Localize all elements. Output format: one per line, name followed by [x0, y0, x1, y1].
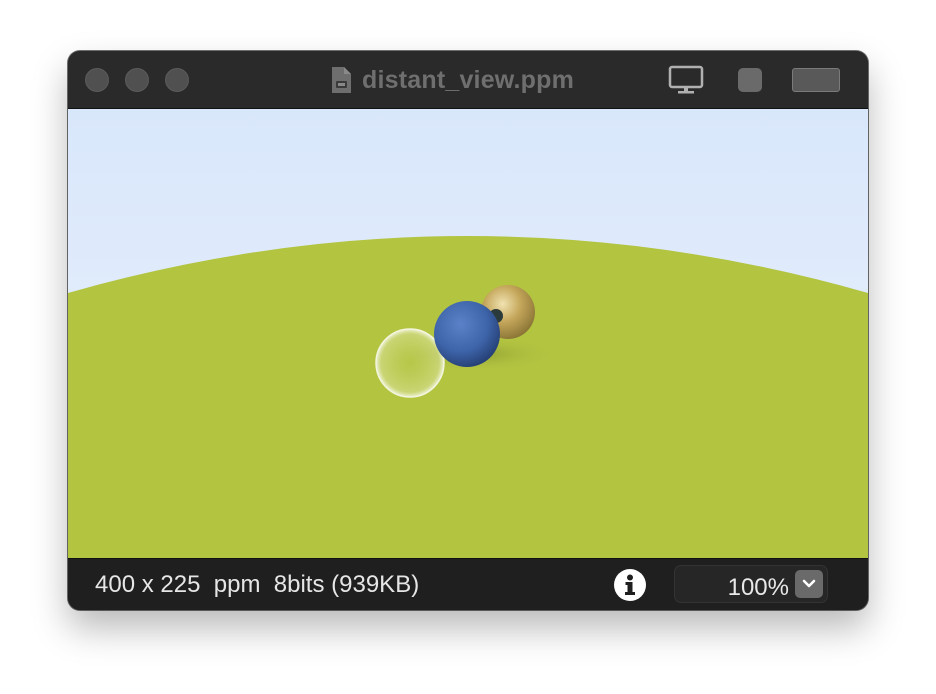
- monitor-icon[interactable]: [668, 65, 704, 95]
- window-title: distant_view.ppm: [362, 65, 575, 94]
- image-viewer-window: distant_view.ppm 400 x 225 ppm 8bits (93…: [68, 51, 868, 610]
- toggle-bar-icon[interactable]: [792, 68, 840, 92]
- info-icon[interactable]: [613, 568, 647, 602]
- zoom-value: 100%: [727, 574, 789, 601]
- status-bar: 400 x 225 ppm 8bits (939KB) 100%: [68, 558, 868, 610]
- image-info-text: 400 x 225 ppm 8bits (939KB): [95, 571, 420, 598]
- zoom-select[interactable]: 100%: [674, 565, 828, 603]
- glass-sphere: [375, 328, 445, 398]
- window-title-group: distant_view.ppm: [330, 63, 574, 97]
- zoom-window-button[interactable]: [165, 68, 189, 92]
- square-icon[interactable]: [738, 68, 762, 92]
- ground-plane: [68, 236, 868, 558]
- rendered-image: [68, 109, 868, 558]
- blue-sphere: [434, 301, 500, 367]
- doc-icon: [332, 67, 351, 93]
- chevron-down-icon[interactable]: [795, 570, 823, 598]
- minimize-window-button[interactable]: [125, 68, 149, 92]
- titlebar[interactable]: distant_view.ppm: [68, 51, 868, 109]
- close-window-button[interactable]: [85, 68, 109, 92]
